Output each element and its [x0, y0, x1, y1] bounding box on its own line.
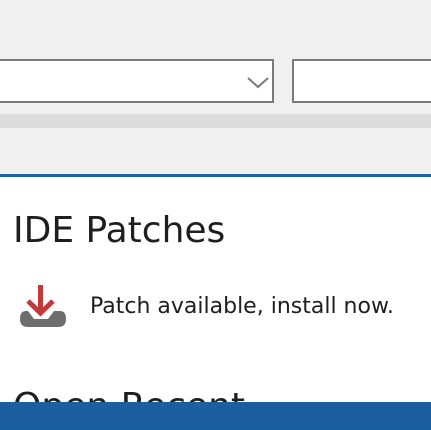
search-input[interactable] [292, 59, 431, 103]
project-dropdown[interactable] [0, 59, 274, 103]
start-page-panel: IDE Patches Patch available, install now… [0, 174, 431, 430]
download-icon[interactable] [16, 281, 70, 333]
panel-title: IDE Patches [13, 210, 226, 251]
status-bar [0, 402, 431, 430]
chevron-down-icon[interactable] [246, 70, 270, 94]
patch-link[interactable]: Patch available, install now. [90, 293, 394, 321]
horizontal-scrollbar[interactable] [0, 114, 431, 128]
window: IDE Patches Patch available, install now… [0, 0, 431, 430]
